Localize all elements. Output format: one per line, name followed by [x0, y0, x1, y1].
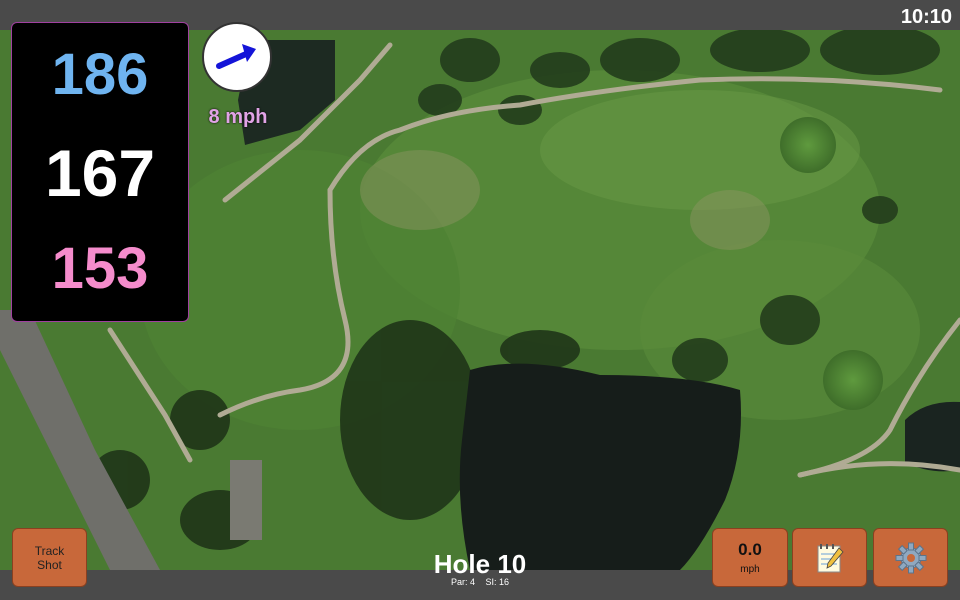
center-yardage: 167: [44, 136, 156, 210]
hole-par: Par: 4: [450, 577, 475, 587]
speed-button[interactable]: 0.0 mph: [712, 528, 788, 587]
wind-arrow-icon: [216, 44, 256, 69]
settings-button[interactable]: [873, 528, 948, 587]
front-yardage: 153: [51, 236, 149, 301]
track-shot-button[interactable]: Track Shot: [12, 528, 87, 587]
hole-title: Hole 10: [433, 549, 527, 579]
notes-button[interactable]: [792, 528, 867, 587]
wind-indicator: [202, 22, 272, 92]
notepad-icon: [817, 543, 844, 572]
hole-info: Par: 4 SI: 16: [380, 577, 580, 587]
hole-stroke-index: SI: 16: [485, 577, 510, 587]
track-shot-label-line1: Track: [34, 543, 65, 558]
speed-value: 0.0: [738, 540, 762, 559]
clock: 10:10: [900, 6, 952, 28]
back-yardage: 186: [51, 42, 149, 107]
wind-speed: 8 mph: [208, 106, 268, 128]
speed-unit: mph: [740, 564, 760, 575]
yardage-panel: 186 167 153: [11, 22, 189, 322]
gear-icon: [895, 542, 926, 573]
track-shot-label-line2: Shot: [37, 557, 62, 572]
